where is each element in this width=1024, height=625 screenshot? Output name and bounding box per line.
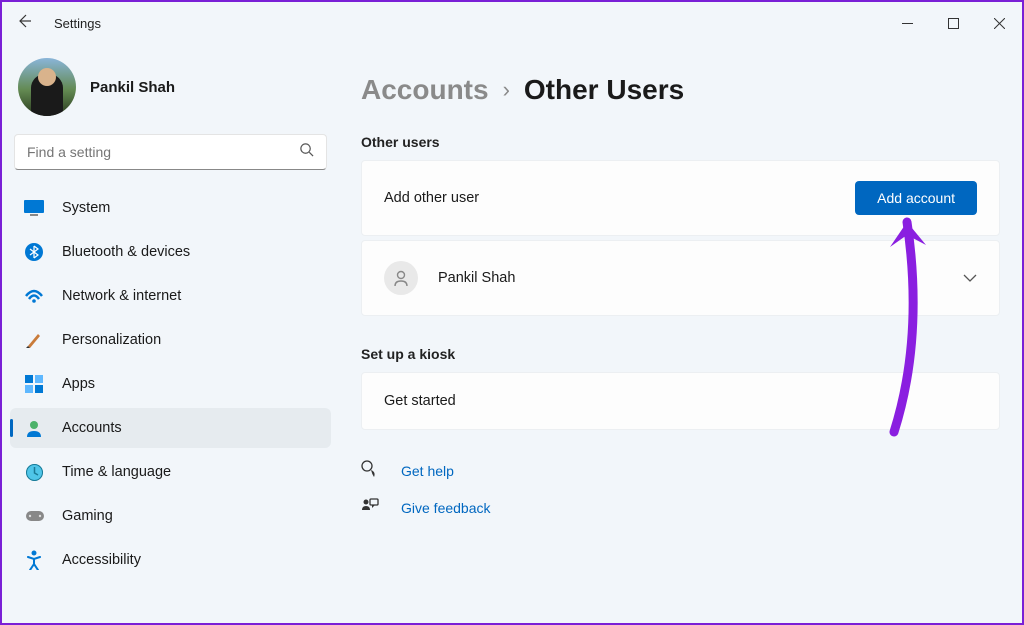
sidebar-item-accessibility[interactable]: Accessibility (10, 540, 331, 580)
accounts-icon (24, 418, 44, 438)
system-icon (24, 198, 44, 218)
sidebar-item-personalization[interactable]: Personalization (10, 320, 331, 360)
sidebar-item-time[interactable]: Time & language (10, 452, 331, 492)
chevron-right-icon: › (503, 77, 510, 103)
network-icon (24, 286, 44, 306)
sidebar: Pankil Shah System Bluetooth & devices N… (2, 44, 339, 623)
give-feedback-link[interactable]: Give feedback (361, 497, 1000, 518)
sidebar-item-gaming[interactable]: Gaming (10, 496, 331, 536)
search-icon (299, 142, 314, 162)
feedback-label: Give feedback (401, 500, 491, 516)
app-title: Settings (54, 16, 101, 31)
maximize-button[interactable] (930, 7, 976, 39)
user-name: Pankil Shah (438, 270, 515, 286)
accessibility-icon (24, 550, 44, 570)
sidebar-item-apps[interactable]: Apps (10, 364, 331, 404)
breadcrumb: Accounts › Other Users (361, 74, 1000, 106)
close-button[interactable] (976, 7, 1022, 39)
apps-icon (24, 374, 44, 394)
sidebar-item-label: Bluetooth & devices (62, 244, 190, 260)
sidebar-item-label: Time & language (62, 464, 171, 480)
get-help-link[interactable]: Get help (361, 460, 1000, 481)
personalization-icon (24, 330, 44, 350)
sidebar-item-label: System (62, 200, 110, 216)
sidebar-item-label: Accessibility (62, 552, 141, 568)
user-row[interactable]: Pankil Shah (361, 240, 1000, 316)
kiosk-row-label: Get started (384, 393, 456, 409)
sidebar-item-label: Gaming (62, 508, 113, 524)
time-icon (24, 462, 44, 482)
sidebar-item-label: Accounts (62, 420, 122, 436)
feedback-icon (361, 497, 381, 518)
nav: System Bluetooth & devices Network & int… (10, 188, 331, 580)
kiosk-get-started-row[interactable]: Get started (361, 372, 1000, 430)
add-other-user-label: Add other user (384, 190, 479, 206)
search-input[interactable] (27, 144, 299, 160)
sidebar-item-label: Apps (62, 376, 95, 392)
sidebar-item-network[interactable]: Network & internet (10, 276, 331, 316)
profile-block[interactable]: Pankil Shah (10, 54, 331, 134)
sidebar-item-accounts[interactable]: Accounts (10, 408, 331, 448)
gaming-icon (24, 506, 44, 526)
add-account-button[interactable]: Add account (855, 181, 977, 215)
search-box[interactable] (14, 134, 327, 170)
help-icon (361, 460, 381, 481)
sidebar-item-bluetooth[interactable]: Bluetooth & devices (10, 232, 331, 272)
chevron-down-icon (963, 271, 977, 286)
sidebar-item-system[interactable]: System (10, 188, 331, 228)
profile-name: Pankil Shah (90, 79, 175, 96)
breadcrumb-current: Other Users (524, 74, 684, 106)
get-help-label: Get help (401, 463, 454, 479)
add-other-user-row: Add other user Add account (361, 160, 1000, 236)
titlebar: Settings (2, 2, 1022, 44)
back-button[interactable] (16, 13, 32, 34)
bluetooth-icon (24, 242, 44, 262)
sidebar-item-label: Network & internet (62, 288, 181, 304)
sidebar-item-label: Personalization (62, 332, 161, 348)
avatar (18, 58, 76, 116)
user-avatar-icon (384, 261, 418, 295)
minimize-button[interactable] (884, 7, 930, 39)
section-label-other-users: Other users (361, 134, 1000, 150)
main-content: Accounts › Other Users Other users Add o… (339, 44, 1022, 623)
breadcrumb-parent[interactable]: Accounts (361, 74, 489, 106)
section-label-kiosk: Set up a kiosk (361, 346, 1000, 362)
